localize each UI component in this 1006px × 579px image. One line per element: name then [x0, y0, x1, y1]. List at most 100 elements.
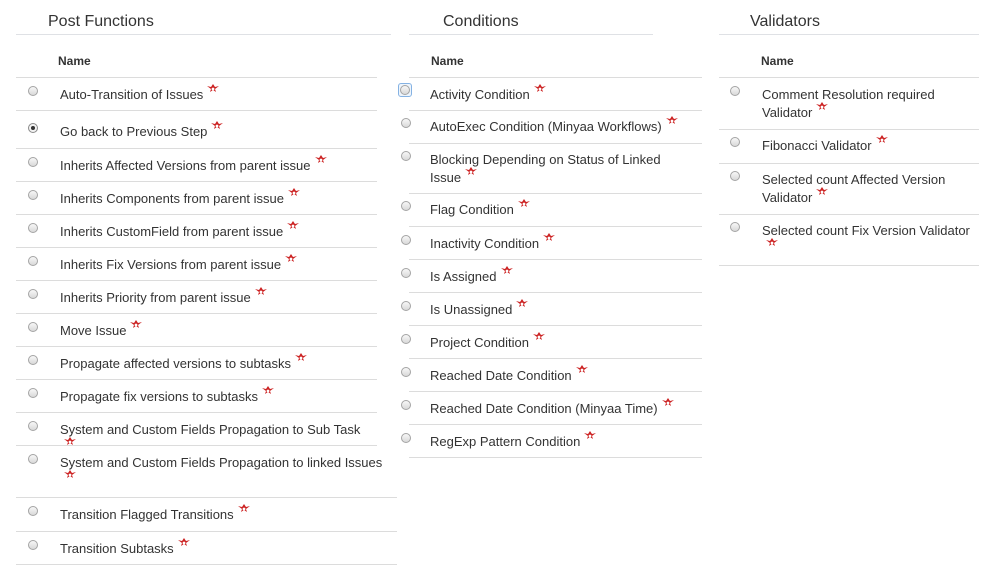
conditions-list: Activity Condition AutoExec Condition (Mi… — [398, 78, 702, 458]
item-label-text: Comment Resolution required Validator — [762, 87, 935, 120]
select-radio-button[interactable] — [28, 454, 38, 464]
list-item[interactable]: Propagate fix versions to subtasks — [16, 380, 377, 413]
item-label: Reached Date Condition (Minyaa Time) — [409, 398, 702, 418]
select-radio-button[interactable] — [401, 301, 411, 311]
select-radio-button[interactable] — [28, 540, 38, 550]
select-radio-button[interactable] — [401, 334, 411, 344]
item-label-text: Selected count Affected Version Validato… — [762, 172, 946, 205]
list-item[interactable]: Comment Resolution required Validator — [719, 78, 979, 130]
minyaa-badge-icon — [517, 196, 531, 207]
item-label: RegExp Pattern Condition — [409, 431, 702, 451]
item-label: Go back to Previous Step — [16, 121, 377, 141]
post-functions-name-header: Name — [16, 35, 377, 78]
select-radio-button[interactable] — [28, 86, 38, 96]
select-radio-button[interactable] — [28, 123, 38, 133]
list-item[interactable]: Project Condition — [401, 326, 702, 359]
select-radio-button[interactable] — [28, 289, 38, 299]
minyaa-badge-icon — [533, 81, 547, 92]
validators-column: Validators Name Comment Resolution requi… — [719, 0, 979, 266]
item-label-text: Selected count Fix Version Validator — [762, 223, 970, 238]
item-label: Transition Flagged Transitions — [16, 504, 397, 524]
validators-title: Validators — [719, 0, 979, 35]
select-radio-button[interactable] — [28, 322, 38, 332]
list-item[interactable]: Inactivity Condition — [401, 227, 702, 260]
list-item[interactable]: Move Issue — [16, 314, 377, 347]
select-radio-button[interactable] — [401, 400, 411, 410]
minyaa-badge-icon — [284, 251, 298, 262]
item-label: Propagate fix versions to subtasks — [16, 386, 377, 406]
list-item[interactable]: System and Custom Fields Propagation to … — [16, 413, 377, 446]
select-radio-button[interactable] — [401, 367, 411, 377]
validators-name-header: Name — [719, 35, 979, 78]
select-radio-button[interactable] — [401, 201, 411, 211]
list-item[interactable]: Activity Condition — [398, 78, 702, 111]
select-radio-button[interactable] — [730, 171, 740, 181]
minyaa-badge-icon — [500, 263, 514, 274]
item-label-text: Fibonacci Validator — [762, 138, 872, 153]
list-item[interactable]: Propagate affected versions to subtasks — [16, 347, 377, 380]
select-radio-button[interactable] — [401, 118, 411, 128]
list-item[interactable]: Inherits Priority from parent issue — [16, 281, 377, 314]
validators-list: Comment Resolution required Validator Fib… — [719, 78, 979, 266]
list-item[interactable]: Inherits Fix Versions from parent issue — [16, 248, 377, 281]
select-radio-button[interactable] — [401, 235, 411, 245]
item-label-text: Go back to Previous Step — [60, 124, 208, 139]
list-item[interactable]: Transition Flagged Transitions — [16, 498, 397, 532]
select-radio-button[interactable] — [28, 355, 38, 365]
conditions-name-header: Name — [409, 35, 702, 78]
select-radio-button[interactable] — [28, 421, 38, 431]
list-item[interactable]: Selected count Affected Version Validato… — [719, 164, 979, 215]
select-radio-button[interactable] — [398, 83, 412, 97]
minyaa-badge-icon — [661, 395, 675, 406]
select-radio-button[interactable] — [401, 268, 411, 278]
post-functions-title: Post Functions — [16, 0, 391, 35]
list-item[interactable]: Transition Subtasks — [16, 532, 397, 565]
minyaa-badge-icon — [63, 434, 77, 445]
minyaa-badge-icon — [129, 317, 143, 328]
list-item[interactable]: Is Unassigned — [401, 293, 702, 326]
item-label-text: System and Custom Fields Propagation to … — [60, 422, 361, 437]
select-radio-button[interactable] — [730, 86, 740, 96]
select-radio-button[interactable] — [401, 433, 411, 443]
minyaa-badge-icon — [875, 132, 889, 143]
item-label-text: Is Assigned — [430, 269, 497, 284]
select-radio-button[interactable] — [28, 506, 38, 516]
item-label: AutoExec Condition (Minyaa Workflows) — [409, 116, 702, 136]
select-radio-button[interactable] — [730, 222, 740, 232]
item-label-text: System and Custom Fields Propagation to … — [60, 455, 383, 470]
item-label: Is Assigned — [409, 266, 702, 286]
minyaa-badge-icon — [287, 185, 301, 196]
item-label-text: Inherits Components from parent issue — [60, 191, 284, 206]
list-item[interactable]: Go back to Previous Step — [16, 111, 377, 149]
list-item[interactable]: Is Assigned — [401, 260, 702, 293]
item-label-text: Reached Date Condition — [430, 368, 572, 383]
list-item[interactable]: Selected count Fix Version Validator — [719, 215, 979, 266]
list-item[interactable]: Reached Date Condition — [401, 359, 702, 392]
list-item[interactable]: System and Custom Fields Propagation to … — [16, 446, 397, 498]
select-radio-button[interactable] — [28, 157, 38, 167]
select-radio-button[interactable] — [28, 223, 38, 233]
item-label-text: Inherits Affected Versions from parent i… — [60, 158, 311, 173]
list-item[interactable]: Inherits Affected Versions from parent i… — [16, 149, 377, 182]
list-item[interactable]: Inherits CustomField from parent issue — [16, 215, 377, 248]
select-radio-button[interactable] — [28, 388, 38, 398]
select-radio-button[interactable] — [28, 190, 38, 200]
minyaa-badge-icon — [532, 329, 546, 340]
select-radio-button[interactable] — [401, 151, 411, 161]
list-item[interactable]: RegExp Pattern Condition — [401, 425, 702, 458]
select-radio-button[interactable] — [730, 137, 740, 147]
list-item[interactable]: Inherits Components from parent issue — [16, 182, 377, 215]
select-radio-button[interactable] — [28, 256, 38, 266]
list-item[interactable]: AutoExec Condition (Minyaa Workflows) — [401, 111, 702, 144]
list-item[interactable]: Flag Condition — [401, 194, 702, 227]
item-label-text: Inherits Priority from parent issue — [60, 290, 251, 305]
item-label-text: Reached Date Condition (Minyaa Time) — [430, 401, 658, 416]
list-item[interactable]: Blocking Depending on Status of Linked I… — [401, 144, 702, 194]
list-item[interactable]: Fibonacci Validator — [719, 130, 979, 164]
minyaa-badge-icon — [63, 467, 77, 478]
list-item[interactable]: Auto-Transition of Issues — [16, 78, 377, 111]
item-label-text: Transition Flagged Transitions — [60, 507, 234, 522]
minyaa-badge-icon — [294, 350, 308, 361]
list-item[interactable]: Reached Date Condition (Minyaa Time) — [401, 392, 702, 425]
item-label: Project Condition — [409, 332, 702, 352]
